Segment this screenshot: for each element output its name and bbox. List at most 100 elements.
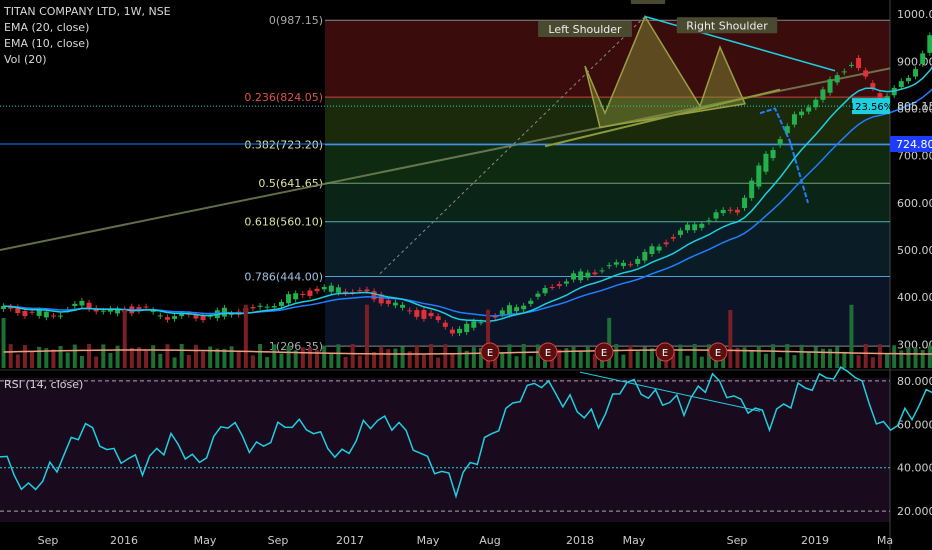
candle-body xyxy=(563,281,569,284)
volume-bar xyxy=(386,349,391,368)
candle-body xyxy=(863,70,869,77)
candle-body xyxy=(50,315,56,317)
price-chart[interactable]: 0(987.15) 0.236(824.05) 0.382(723.20) 0.5(6… xyxy=(0,0,932,550)
fib-band xyxy=(325,221,890,277)
volume-bar xyxy=(364,304,369,368)
y-tick-label: 600.00 xyxy=(897,197,932,210)
volume-bar xyxy=(322,345,327,368)
volume-bar xyxy=(635,351,640,368)
candle-body xyxy=(278,302,284,307)
candle-body xyxy=(670,237,676,239)
candle-body xyxy=(549,286,555,288)
candle-body xyxy=(43,311,49,318)
candle-body xyxy=(692,224,698,231)
candle-body xyxy=(770,150,776,159)
volume-bar xyxy=(521,344,526,368)
volume-bar xyxy=(51,349,56,368)
volume-bar xyxy=(756,345,761,368)
fib-band xyxy=(325,183,890,222)
volume-bar xyxy=(222,348,227,368)
volume-bar xyxy=(500,352,505,368)
candle-body xyxy=(499,310,505,315)
volume-bar xyxy=(849,304,854,368)
volume-bar xyxy=(243,304,248,368)
level-price-label: 724.80 xyxy=(896,138,932,151)
annotation-label: Left Shoulder xyxy=(548,23,622,36)
candle-body xyxy=(927,35,932,53)
candle-body xyxy=(749,180,755,199)
candle-body xyxy=(100,310,106,312)
x-tick-label: May xyxy=(623,534,646,547)
x-tick-label: Sep xyxy=(727,534,748,547)
rsi-y-tick: 80.0000 xyxy=(897,375,932,388)
candle-body xyxy=(22,310,28,317)
legend-ema10: EMA (10, close) xyxy=(4,37,90,50)
candle-body xyxy=(300,293,306,295)
volume-bar xyxy=(436,357,441,368)
volume-bar xyxy=(329,353,334,368)
volume-bar xyxy=(393,348,398,368)
legend-volume: Vol (20) xyxy=(4,53,47,66)
volume-bar xyxy=(763,353,768,368)
volume-bar xyxy=(286,345,291,368)
candle-body xyxy=(385,300,391,304)
x-tick-label: May xyxy=(417,534,440,547)
candle-body xyxy=(407,310,413,312)
candle-body xyxy=(685,224,691,231)
volume-bar xyxy=(507,344,512,368)
volume-bar xyxy=(94,356,99,368)
x-tick-label: 2019 xyxy=(801,534,829,547)
candle-body xyxy=(613,262,619,265)
candle-body xyxy=(257,305,263,307)
volume-bar xyxy=(379,346,384,368)
earnings-label: E xyxy=(662,348,668,359)
volume-bar xyxy=(429,344,434,368)
volume-bar xyxy=(250,355,255,368)
candle-body xyxy=(820,89,826,100)
candle-body xyxy=(799,111,805,116)
candle-body xyxy=(599,270,605,272)
volume-bar xyxy=(350,344,355,368)
rsi-legend: RSI (14, close) xyxy=(4,378,84,391)
x-tick-label: 2017 xyxy=(336,534,364,547)
candle-body xyxy=(286,294,292,304)
volume-bar xyxy=(58,345,63,368)
candle-body xyxy=(179,313,185,317)
candle-body xyxy=(656,246,662,251)
candle-body xyxy=(143,306,149,308)
volume-bar xyxy=(79,355,84,368)
y-tick-label: 500.00 xyxy=(897,244,932,257)
candle-body xyxy=(435,316,441,321)
candle-body xyxy=(535,293,541,297)
volume-bar xyxy=(15,354,20,368)
candle-body xyxy=(421,309,427,319)
candle-body xyxy=(905,77,911,82)
candle-body xyxy=(400,304,406,308)
volume-bar xyxy=(799,344,804,368)
volume-bar xyxy=(165,344,170,368)
annotation-label: Right Shoulder xyxy=(686,19,768,32)
volume-bar xyxy=(842,351,847,368)
volume-bar xyxy=(749,350,754,368)
volume-bar xyxy=(863,344,868,368)
candle-body xyxy=(706,220,712,223)
candle-body xyxy=(585,272,591,278)
candle-body xyxy=(763,153,769,172)
candle-body xyxy=(742,197,748,209)
candle-body xyxy=(328,285,334,292)
volume-bar xyxy=(457,345,462,368)
volume-bar xyxy=(300,347,305,368)
candle-body xyxy=(321,286,327,290)
volume-bar xyxy=(692,344,697,368)
candle-body xyxy=(920,53,926,65)
volume-bar xyxy=(87,344,92,368)
candle-body xyxy=(620,262,626,267)
candle-body xyxy=(449,329,455,334)
volume-bar xyxy=(614,344,619,368)
x-tick-label: Ma xyxy=(877,534,893,547)
candle-body xyxy=(414,310,420,317)
x-tick-label: Aug xyxy=(479,534,500,547)
volume-bar xyxy=(913,347,918,368)
volume-bar xyxy=(870,357,875,368)
x-tick-label: Sep xyxy=(38,534,59,547)
